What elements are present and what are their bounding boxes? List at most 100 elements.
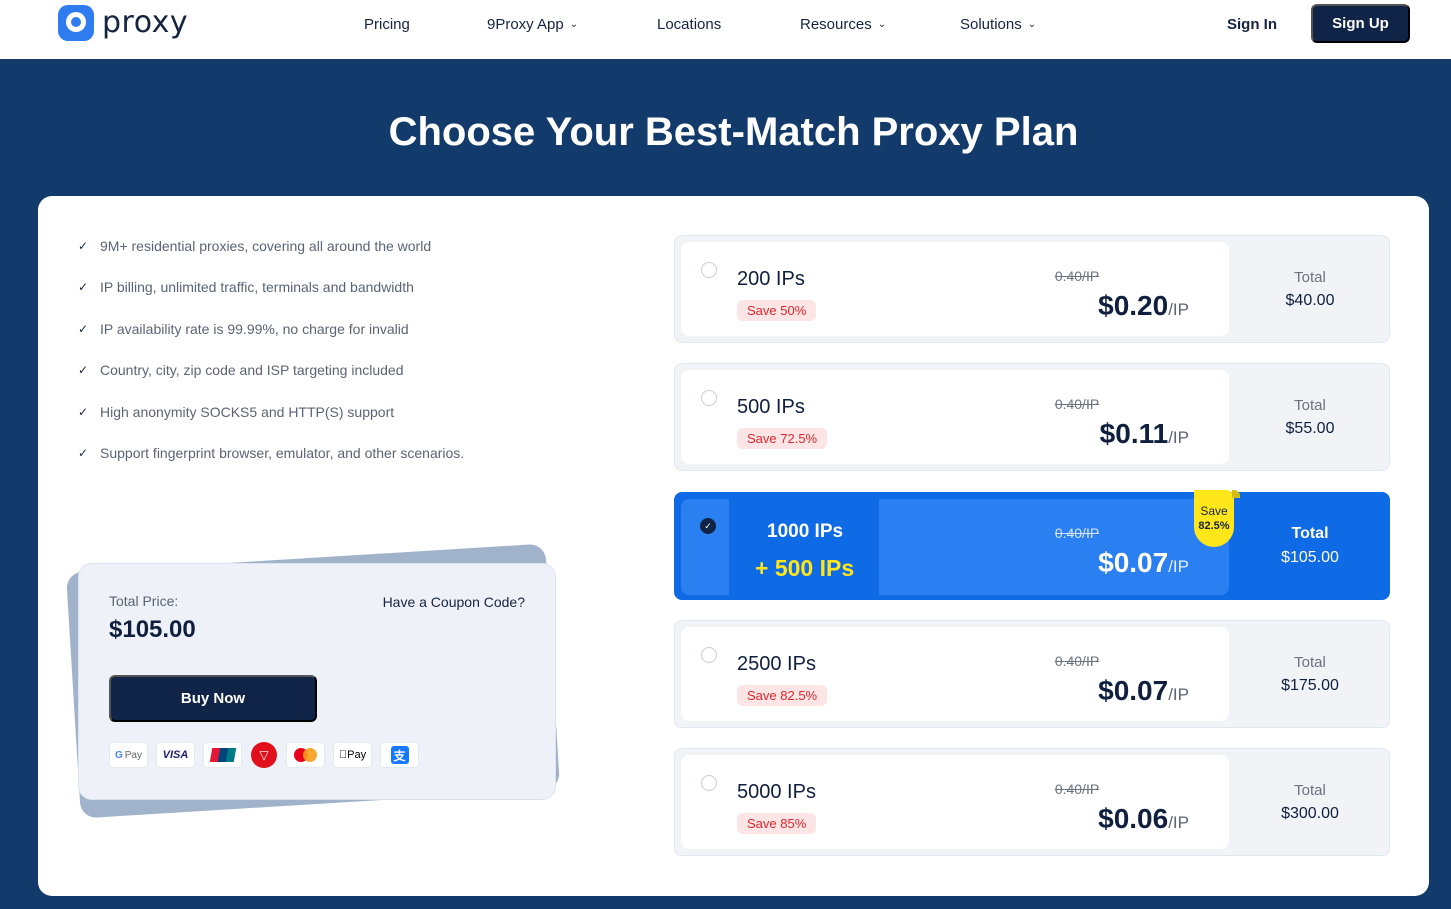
save-ribbon: Save 82.5%	[1194, 490, 1240, 547]
feature-item: ✓ Country, city, zip code and ISP targeti…	[78, 360, 464, 380]
plan-option-1000-selected[interactable]: ✓ 1000 IPs + 500 IPs 0.40/IP $0.07/IP Sa…	[674, 490, 1391, 600]
total-label: Total	[1294, 268, 1326, 286]
total-value: $175.00	[1281, 676, 1339, 694]
check-icon: ✓	[78, 280, 89, 295]
total-price-label: Total Price:	[109, 593, 179, 609]
unit-price: $0.11/IP	[1100, 418, 1189, 450]
feature-item: ✓ 9M+ residential proxies, covering all a…	[78, 236, 464, 256]
check-icon: ✓	[78, 445, 89, 460]
nav-label: Solutions	[960, 16, 1022, 33]
check-icon: ✓	[78, 239, 89, 253]
total-label: Total	[1294, 396, 1326, 414]
page-title: Choose Your Best-Match Proxy Plan	[388, 110, 1079, 154]
plan-radio[interactable]	[701, 647, 717, 663]
nav-label: 9Proxy App	[487, 16, 564, 33]
price-value: $0.06	[1098, 803, 1169, 834]
buy-now-button[interactable]: Buy Now	[109, 675, 317, 722]
unit-price: $0.06/IP	[1098, 803, 1189, 835]
logo-icon	[58, 5, 94, 41]
plan-radio-checked[interactable]: ✓	[700, 518, 716, 534]
plan-details: 200 IPs Save 50% 0.40/IP $0.20/IP	[681, 242, 1229, 336]
total-value: $55.00	[1285, 419, 1335, 437]
plan-total: Total $105.00	[1229, 493, 1391, 599]
unit-price: $0.20/IP	[1098, 290, 1189, 322]
chevron-down-icon: ⌄	[1027, 19, 1037, 30]
mastercard-icon	[286, 742, 325, 768]
plan-ip-count: 5000 IPs	[737, 781, 816, 803]
save-badge: Save 85%	[737, 813, 817, 834]
check-icon: ✓	[78, 404, 89, 419]
tron-icon: ▽	[251, 742, 277, 768]
price-value: $0.07	[1098, 547, 1169, 578]
total-value: $300.00	[1281, 804, 1339, 822]
total-label: Total	[1294, 781, 1326, 799]
feature-item: ✓ Support fingerprint browser, emulator, …	[78, 443, 464, 463]
plan-ip-count: 2500 IPs	[737, 653, 816, 675]
price-unit: /IP	[1168, 428, 1189, 447]
plan-option-500[interactable]: 500 IPs Save 72.5% 0.40/IP $0.11/IP Tota…	[674, 363, 1390, 471]
ribbon-percent: 82.5%	[1198, 519, 1230, 532]
total-label: Total	[1294, 653, 1326, 671]
total-label: Total	[1291, 525, 1329, 542]
feature-item: ✓ IP billing, unlimited traffic, terminal…	[78, 277, 464, 297]
nav-label: Locations	[657, 16, 722, 33]
coupon-code-link[interactable]: Have a Coupon Code?	[383, 594, 525, 610]
plan-ip-count: 200 IPs	[737, 268, 805, 290]
plan-ip-count: 1000 IPs	[767, 521, 844, 542]
total-value: $105.00	[1281, 549, 1339, 566]
plan-details: 500 IPs Save 72.5% 0.40/IP $0.11/IP	[681, 370, 1229, 464]
feature-item: ✓ IP availability rate is 99.99%, no char…	[78, 319, 464, 339]
total-value: $40.00	[1285, 291, 1335, 309]
plan-ip-count: 500 IPs	[737, 396, 805, 418]
check-icon: ✓	[78, 321, 89, 336]
plan-option-2500[interactable]: 2500 IPs Save 82.5% 0.40/IP $0.07/IP Tot…	[674, 620, 1390, 728]
check-icon: ✓	[78, 363, 89, 378]
sign-in-link[interactable]: Sign In	[1227, 16, 1277, 33]
unit-price: $0.07/IP	[1098, 675, 1189, 707]
nav-solutions[interactable]: Solutions ⌄	[960, 16, 1036, 33]
plan-details: 2500 IPs Save 82.5% 0.40/IP $0.07/IP	[681, 627, 1229, 721]
ribbon-label: Save	[1200, 503, 1228, 518]
feature-text: 9M+ residential proxies, covering all ar…	[100, 238, 432, 254]
nav-locations[interactable]: Locations	[657, 16, 721, 33]
plan-total: Total $40.00	[1229, 236, 1391, 342]
apple-pay-icon: Pay	[333, 742, 372, 768]
nav-9proxy-app[interactable]: 9Proxy App ⌄	[487, 16, 578, 33]
plan-details: ✓ 1000 IPs + 500 IPs 0.40/IP $0.07/IP Sa…	[681, 490, 1240, 593]
save-badge: Save 50%	[737, 300, 817, 321]
nav-label: Resources	[800, 16, 872, 33]
visa-icon: VISA	[156, 742, 195, 768]
original-price: 0.40/IP	[1054, 525, 1100, 541]
plan-option-5000[interactable]: 5000 IPs Save 85% 0.40/IP $0.06/IP Total…	[674, 748, 1390, 856]
price-unit: /IP	[1168, 557, 1189, 576]
chevron-down-icon: ⌄	[569, 19, 579, 30]
save-badge: Save 82.5%	[737, 685, 828, 706]
plan-total: Total $55.00	[1229, 364, 1391, 470]
plan-option-200[interactable]: 200 IPs Save 50% 0.40/IP $0.20/IP Total …	[674, 235, 1390, 343]
sign-up-button[interactable]: Sign Up	[1311, 4, 1410, 43]
payment-methods: GPay VISA ▽ Pay 支	[109, 742, 419, 768]
plan-total: Total $175.00	[1229, 621, 1391, 727]
plan-radio[interactable]	[701, 262, 717, 278]
nav-pricing[interactable]: Pricing	[364, 16, 410, 33]
feature-item: ✓ High anonymity SOCKS5 and HTTP(S) suppo…	[78, 402, 464, 422]
original-price: 0.40/IP	[1054, 653, 1100, 669]
chevron-down-icon: ⌄	[877, 19, 887, 30]
unionpay-icon	[203, 742, 242, 768]
feature-list: ✓ 9M+ residential proxies, covering all a…	[78, 236, 464, 484]
plan-radio[interactable]	[701, 775, 717, 791]
plan-radio[interactable]	[701, 390, 717, 406]
alipay-icon: 支	[380, 742, 419, 768]
google-pay-icon: G Pay	[109, 742, 148, 768]
logo[interactable]: proxy	[58, 5, 188, 41]
feature-text: Country, city, zip code and ISP targetin…	[100, 362, 404, 379]
nav-resources[interactable]: Resources ⌄	[800, 16, 886, 33]
price-value: $0.20	[1098, 290, 1169, 321]
bonus-ips: + 500 IPs	[755, 555, 855, 581]
feature-text: IP availability rate is 99.99%, no charg…	[100, 320, 409, 337]
top-navbar: proxy Pricing 9Proxy App ⌄ Locations Res…	[0, 0, 1451, 59]
save-badge: Save 72.5%	[737, 428, 828, 449]
original-price: 0.40/IP	[1054, 781, 1100, 797]
feature-text: IP billing, unlimited traffic, terminals…	[100, 279, 414, 296]
check-icon: ✓	[704, 520, 712, 531]
